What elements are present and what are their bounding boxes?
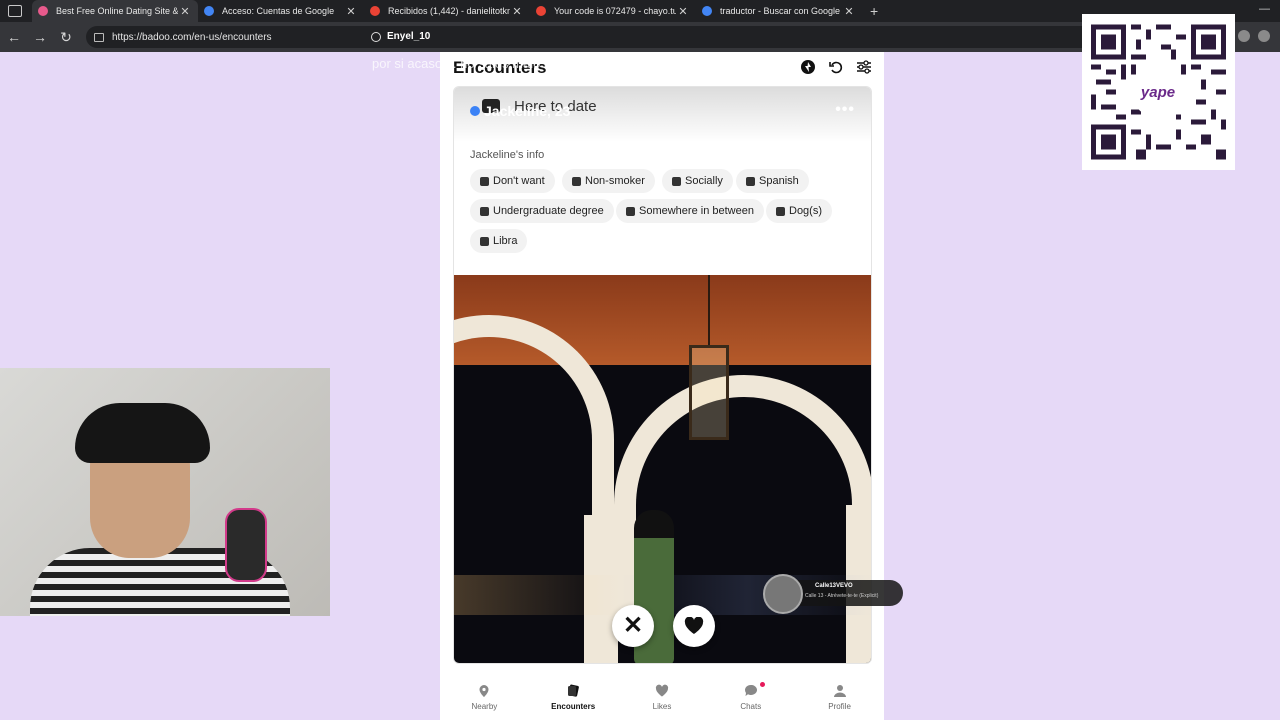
now-playing-subtitle: Calle 13 - Atrévete-te-te (Explicit) (805, 593, 879, 599)
speech-bubble-icon (626, 206, 635, 216)
google-favicon-icon (204, 6, 214, 16)
graduation-icon (480, 206, 489, 216)
close-tab-icon[interactable]: ✕ (842, 5, 856, 18)
chip-politics: Somewhere in between (616, 199, 764, 223)
back-icon[interactable]: ← (2, 29, 26, 45)
paw-icon (776, 206, 785, 216)
nav-label: Encounters (551, 701, 596, 711)
close-icon: ✕ (622, 612, 644, 639)
profile-name: Enyel_10 (387, 31, 431, 42)
smoking-icon (480, 176, 489, 186)
nav-label: Nearby (471, 701, 498, 711)
no-smoking-icon (572, 176, 581, 186)
site-info-icon[interactable] (94, 32, 104, 42)
microphone-icon (225, 508, 267, 582)
close-tab-icon[interactable]: ✕ (178, 5, 192, 18)
chip-zodiac: Libra (470, 229, 528, 253)
tab-title: Best Free Online Dating Site & Ap (56, 6, 178, 16)
webcam-hair (75, 403, 210, 463)
cards-icon (568, 684, 580, 697)
window-menu-icon[interactable] (8, 5, 22, 17)
now-playing-widget: Calle13VEVO Calle 13 - Atrévete-te-te (E… (763, 574, 903, 614)
tab-title: Recibidos (1,442) - danielitotkm1 (388, 6, 510, 16)
close-tab-icon[interactable]: ✕ (676, 5, 690, 18)
profile-card[interactable]: Here to date Jackeline, 23 ••• Jackeline… (453, 86, 872, 664)
nav-likes[interactable]: Likes (627, 684, 697, 711)
minimize-icon[interactable]: — (1259, 3, 1270, 15)
toolbar-icons (1238, 30, 1270, 42)
tab-google-accounts[interactable]: Acceso: Cuentas de Google ✕ (198, 0, 364, 22)
bottom-nav: Nearby Encounters Likes Chats Profile (440, 674, 884, 720)
forward-icon[interactable]: → (28, 29, 52, 45)
chip-language: Spanish (736, 169, 809, 193)
chip-smoking: Don't want (470, 169, 555, 193)
close-tab-icon[interactable]: ✕ (344, 5, 358, 18)
nav-label: Likes (652, 701, 672, 711)
url-text: https://badoo.com/en-us/encounters (112, 31, 272, 43)
nav-chats[interactable]: Chats (716, 681, 786, 711)
stream-overlay-text: por si acaso ... no sales malo chayo tie… (372, 56, 682, 71)
chip-drinking: Socially (662, 169, 733, 193)
gmail-favicon-icon (370, 6, 380, 16)
info-section-label: Jackeline's info (470, 149, 545, 161)
chip-non-smoker: Non-smoker (562, 169, 655, 193)
webcam-overlay (0, 368, 330, 616)
tab-title: Acceso: Cuentas de Google (222, 6, 335, 16)
tab-title: Your code is 072479 - chayo.tube (554, 6, 676, 16)
badoo-favicon-icon (38, 6, 48, 16)
location-pin-icon (479, 684, 489, 697)
drink-icon (672, 176, 681, 186)
chip-pets: Dog(s) (766, 199, 833, 223)
more-options-icon[interactable]: ••• (835, 101, 855, 119)
heart-icon (684, 617, 704, 634)
url-input[interactable]: https://badoo.com/en-us/encounters Enyel… (86, 26, 1096, 48)
nav-nearby[interactable]: Nearby (449, 684, 519, 711)
nav-label: Profile (828, 701, 851, 711)
zodiac-icon (480, 236, 489, 246)
reload-icon[interactable]: ↻ (54, 29, 78, 46)
gmail-favicon-icon (536, 6, 546, 16)
nav-encounters[interactable]: Encounters (538, 684, 608, 711)
profile-name-age: Jackeline, 23 (484, 103, 571, 119)
pass-button[interactable]: ✕ (612, 605, 654, 647)
chat-icon (744, 684, 757, 696)
avatar-icon[interactable] (1258, 30, 1270, 42)
language-icon (746, 176, 755, 186)
verified-badge-icon (470, 106, 480, 116)
like-button[interactable] (673, 605, 715, 647)
person-icon (833, 684, 846, 697)
album-art (763, 574, 803, 614)
google-favicon-icon (702, 6, 712, 16)
tab-gmail-code[interactable]: Your code is 072479 - chayo.tube ✕ (530, 0, 696, 22)
filters-icon[interactable] (855, 58, 873, 76)
now-playing-title: Calle13VEVO (815, 583, 853, 589)
nav-profile[interactable]: Profile (805, 684, 875, 711)
profile-indicator: Enyel_10 (371, 31, 430, 42)
tab-title: traductor - Buscar con Google (720, 6, 841, 16)
person-icon (371, 31, 381, 42)
undo-icon[interactable] (827, 58, 845, 76)
qr-code: yape (1082, 14, 1235, 170)
extensions-icon[interactable] (1238, 30, 1250, 42)
badoo-app: Encounters Here to date Jackeline, 23 ••… (440, 52, 884, 720)
unread-badge (759, 681, 765, 687)
new-tab-icon[interactable]: + (870, 3, 878, 19)
tab-gmail-inbox[interactable]: Recibidos (1,442) - danielitotkm1 ✕ (364, 0, 530, 22)
tab-google-search[interactable]: traductor - Buscar con Google ✕ (696, 0, 862, 22)
yape-logo: yape (1132, 66, 1184, 118)
photo-chain (708, 275, 710, 345)
close-tab-icon[interactable]: ✕ (510, 5, 524, 18)
tab-badoo[interactable]: Best Free Online Dating Site & Ap ✕ (32, 0, 198, 22)
photo-lantern (689, 345, 729, 440)
chip-education: Undergraduate degree (470, 199, 614, 223)
nav-label: Chats (740, 701, 762, 711)
heart-icon (655, 684, 669, 696)
